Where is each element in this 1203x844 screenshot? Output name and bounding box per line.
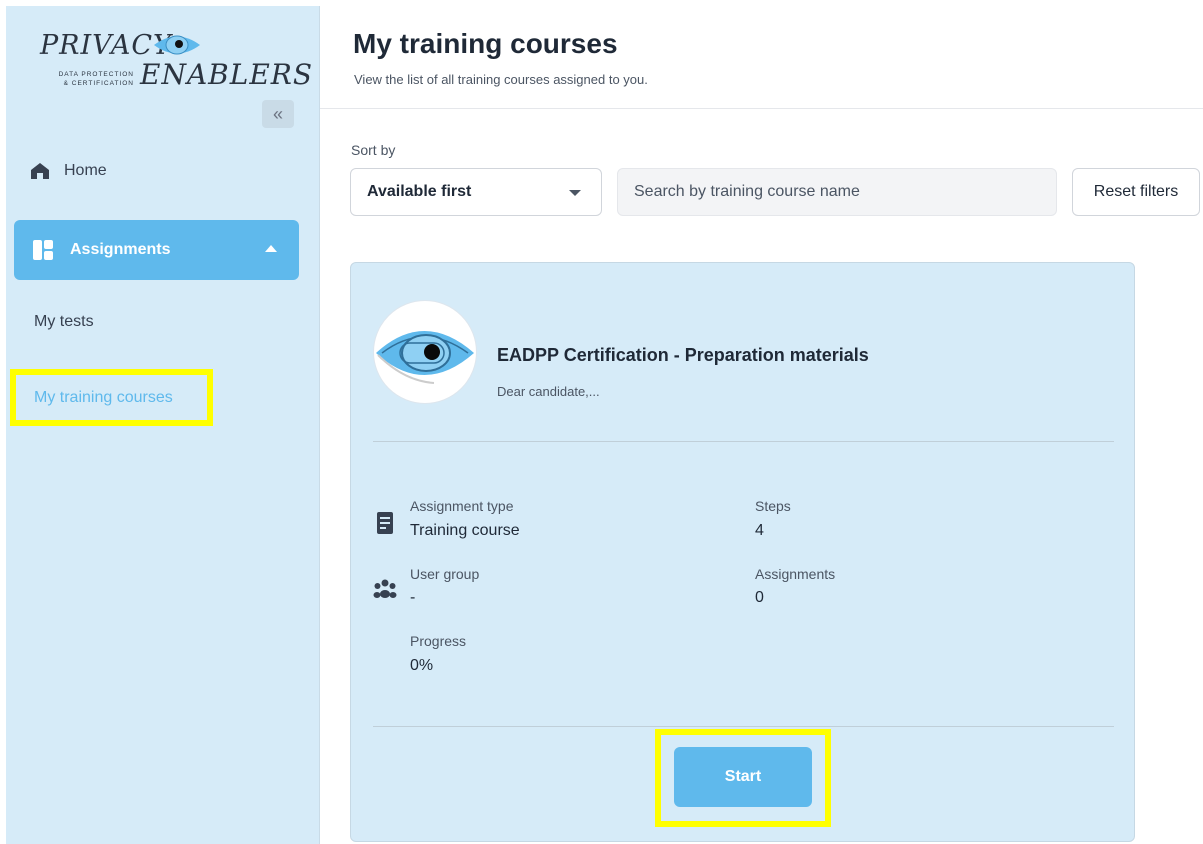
logo-text-enablers: ENABLERS: [140, 58, 314, 91]
assignments-icon: [33, 240, 53, 260]
sidebar-item-home-label: Home: [64, 162, 107, 179]
course-title[interactable]: EADPP Certification - Preparation materi…: [497, 345, 869, 366]
eye-logo-icon: [154, 35, 200, 55]
assignment-type-value: Training course: [410, 522, 520, 539]
privacy-enablers-logo[interactable]: PRIVACY DATA PROTECTION & CERTIFICATION …: [36, 30, 312, 100]
steps-value: 4: [755, 522, 764, 539]
sort-select[interactable]: Available first: [350, 168, 602, 216]
sidebar-item-home[interactable]: Home: [30, 155, 107, 187]
logo-tagline-line1: DATA PROTECTION: [58, 71, 134, 78]
double-chevron-left-icon: «: [272, 103, 283, 124]
progress-label: Progress: [410, 633, 467, 649]
start-button[interactable]: Start: [674, 747, 812, 807]
collapse-sidebar-button[interactable]: «: [262, 100, 294, 128]
page-header: My training courses View the list of all…: [320, 6, 1203, 109]
assignment-type-label: Assignment type: [410, 498, 514, 514]
document-icon: [377, 512, 393, 534]
sidebar-item-my-training-courses[interactable]: My training courses: [10, 369, 213, 426]
page-title: My training courses: [353, 28, 618, 59]
card-divider: [373, 726, 1114, 727]
progress-value: 0%: [410, 657, 434, 674]
steps-label: Steps: [755, 498, 791, 514]
sort-by-label: Sort by: [351, 142, 396, 158]
search-input[interactable]: [617, 168, 1057, 216]
course-avatar: [373, 300, 477, 404]
sidebar-item-my-training-courses-label: My training courses: [34, 388, 173, 406]
sidebar-item-assignments[interactable]: Assignments: [14, 220, 299, 280]
assignments-count-value: 0: [755, 589, 764, 606]
logo-tagline: DATA PROTECTION & CERTIFICATION: [42, 70, 134, 88]
sidebar-item-assignments-label: Assignments: [70, 241, 171, 258]
reset-filters-button[interactable]: Reset filters: [1072, 168, 1200, 216]
logo-tagline-line2: & CERTIFICATION: [63, 80, 134, 87]
training-course-card: EADPP Certification - Preparation materi…: [350, 262, 1135, 842]
user-group-label: User group: [410, 566, 480, 582]
course-description: Dear candidate,...: [497, 384, 600, 399]
home-icon: [31, 163, 49, 179]
assignments-count-label: Assignments: [755, 566, 836, 582]
user-group-icon: [373, 579, 397, 598]
user-group-value: -: [410, 589, 416, 606]
eye-logo-icon: [376, 331, 474, 384]
dropdown-arrow-icon: [569, 190, 581, 196]
caret-up-icon: [265, 245, 277, 252]
card-divider: [373, 441, 1114, 442]
page-subtitle: View the list of all training courses as…: [354, 72, 648, 87]
sidebar-item-my-tests[interactable]: My tests: [34, 313, 94, 331]
sort-select-value: Available first: [367, 183, 472, 200]
